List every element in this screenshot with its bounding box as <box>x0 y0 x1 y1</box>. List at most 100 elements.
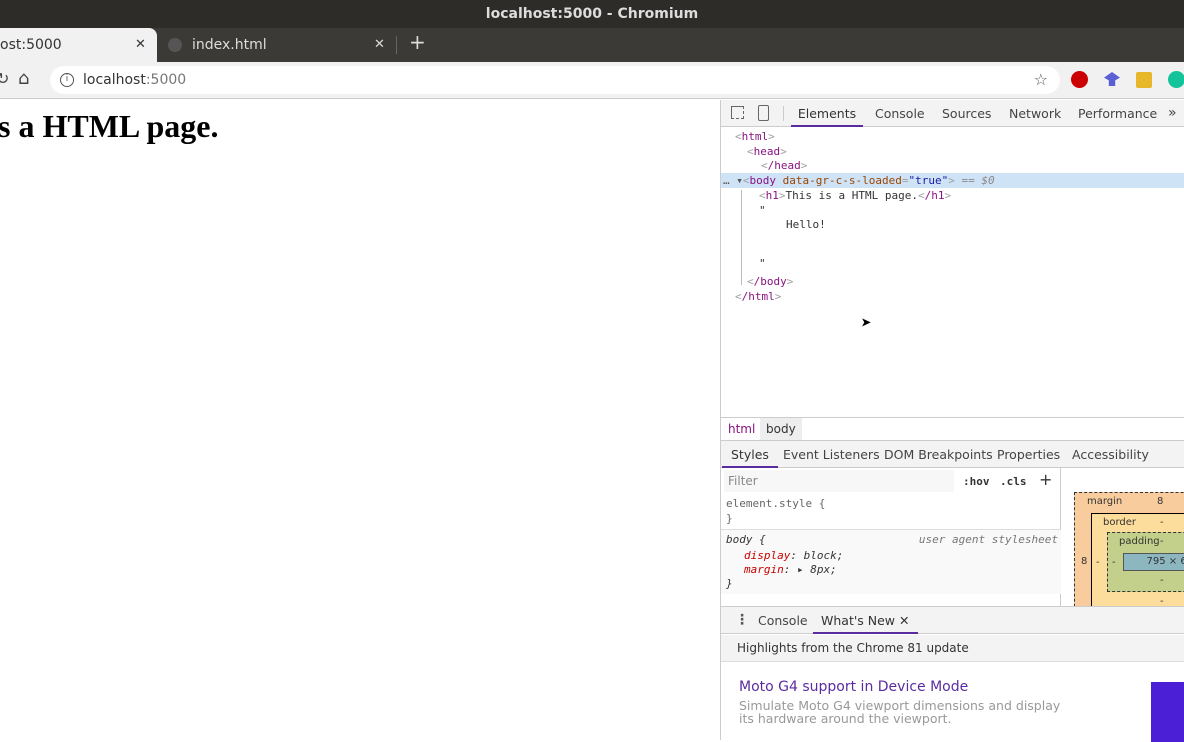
styles-pane: Filter :hov .cls + element.style { } bod… <box>721 468 1061 606</box>
text-quote: " <box>759 204 766 217</box>
subtab-properties[interactable]: Properties <box>997 441 1060 468</box>
address-bar[interactable]: i localhost:5000 ☆ <box>50 66 1060 94</box>
rule-declaration[interactable]: margin: ▸ 8px; <box>744 562 837 577</box>
subtab-accessibility[interactable]: Accessibility <box>1072 441 1149 468</box>
bookmark-star-icon[interactable]: ☆ <box>1034 66 1048 94</box>
padding-left-value: - <box>1112 557 1116 568</box>
reload-icon[interactable]: ↻ <box>0 69 9 88</box>
cls-button[interactable]: .cls <box>1000 475 1027 488</box>
rule-declaration[interactable]: display: block; <box>744 548 843 563</box>
tab-sources[interactable]: Sources <box>942 100 991 127</box>
rule-selector[interactable]: body { <box>726 532 766 547</box>
attr-name: data-gr-c-s-loaded <box>782 174 902 187</box>
rule-origin: user agent stylesheet <box>918 533 1058 546</box>
new-style-rule-icon[interactable]: + <box>1039 470 1052 489</box>
breadcrumb-body[interactable]: body <box>760 418 802 440</box>
grammarly-icon[interactable] <box>1168 71 1184 88</box>
extension-yellow-icon[interactable] <box>1136 72 1152 88</box>
dom-text-node[interactable]: Hello! <box>786 217 826 232</box>
box-content[interactable]: 795 × 625 <box>1123 553 1184 571</box>
adblock-icon[interactable] <box>1071 71 1088 88</box>
tab-label: What's New <box>821 613 896 628</box>
border-value: - <box>1160 517 1164 528</box>
dom-node-html[interactable]: <html> <box>735 129 775 144</box>
drawer-tab-whats-new[interactable]: What's New ✕ <box>813 607 918 634</box>
dom-node-head-close: </head> <box>761 159 808 172</box>
tab-performance[interactable]: Performance <box>1078 100 1157 127</box>
styles-filter-input[interactable]: Filter <box>724 470 954 492</box>
divider <box>783 106 784 121</box>
whats-new-item-desc: Simulate Moto G4 viewport dimensions and… <box>739 698 1061 726</box>
globe-icon <box>168 38 182 52</box>
home-icon[interactable]: ⌂ <box>18 68 29 89</box>
padding-label: padding <box>1119 536 1160 547</box>
tab-localhost[interactable]: ost:5000 ✕ <box>0 28 157 62</box>
body-rule: body { user agent stylesheet display: bl… <box>721 530 1061 594</box>
drawer-tabbar: ⋮ Console What's New ✕ <box>721 607 1184 634</box>
padding-value: - <box>1160 536 1164 547</box>
margin-top-value: 8 <box>1157 496 1164 507</box>
device-toolbar-icon[interactable] <box>758 105 769 121</box>
dom-node-body-close: </body> <box>747 275 794 288</box>
inspect-element-icon[interactable] <box>731 106 744 119</box>
border-bottom-value: - <box>1160 596 1164 606</box>
tab-title: index.html <box>192 37 267 53</box>
dom-tree: <html> <head> </head> … ▾<body data-gr-c… <box>721 128 1184 417</box>
prop-name: margin <box>744 563 784 576</box>
tab-index[interactable]: index.html ✕ <box>160 28 395 62</box>
drawer-menu-icon[interactable]: ⋮ <box>735 612 749 628</box>
tab-elements[interactable]: Elements <box>791 100 863 127</box>
tab-divider <box>396 36 397 54</box>
tab-console[interactable]: Console <box>875 100 925 127</box>
margin-left-value: 8 <box>1081 556 1088 567</box>
page-heading: s a HTML page. <box>0 108 219 144</box>
dom-node-head[interactable]: <head> <box>747 144 787 159</box>
border-label: border <box>1103 517 1137 528</box>
drawer-tab-console[interactable]: Console <box>758 607 808 634</box>
url-host: localhost <box>83 72 146 88</box>
close-icon[interactable]: ✕ <box>899 613 909 628</box>
prop-name: display <box>744 549 791 562</box>
window-title: localhost:5000 - Chromium <box>0 0 1184 28</box>
selected-marker: == $0 <box>961 174 995 187</box>
attr-value: "true" <box>908 174 949 187</box>
tag-name: body <box>749 174 777 187</box>
tag-name: /html <box>741 290 775 303</box>
margin-label: margin <box>1087 496 1123 507</box>
info-icon[interactable]: i <box>60 73 74 87</box>
subtab-event-listeners[interactable]: Event Listeners <box>783 441 880 468</box>
breadcrumb-html[interactable]: html <box>728 422 755 436</box>
filter-placeholder: Filter <box>728 474 758 488</box>
tab-network[interactable]: Network <box>1009 100 1061 127</box>
tag-name: /h1 <box>924 189 945 202</box>
box-margin[interactable]: margin 8 8 border - - padding - - 795 × … <box>1074 492 1184 606</box>
url-text: localhost:5000 <box>83 66 186 94</box>
tab-title: ost:5000 <box>0 37 62 53</box>
dom-node-h1[interactable]: <h1>This is a HTML page.</h1> <box>759 188 951 203</box>
close-tab-icon[interactable]: ✕ <box>135 28 146 62</box>
dom-node-body-selected[interactable]: … ▾<body data-gr-c-s-loaded="true"> == $… <box>721 173 1184 188</box>
tag-name: /body <box>753 275 787 288</box>
box-border[interactable]: border - - padding - - 795 × 625 - - <box>1091 513 1184 606</box>
prop-value: 8px; <box>810 563 837 576</box>
new-tab-button[interactable]: + <box>409 30 426 54</box>
rule-close: } <box>726 512 733 525</box>
close-tab-icon[interactable]: ✕ <box>374 28 385 62</box>
prop-value: block; <box>803 549 844 562</box>
dom-node-html-close: </html> <box>735 290 782 303</box>
box-padding[interactable]: padding - - 795 × 625 - <box>1107 532 1184 592</box>
devtools-tabbar: Elements Console Sources Network Perform… <box>721 100 1184 127</box>
hov-button[interactable]: :hov <box>963 475 990 488</box>
url-port: :5000 <box>145 72 187 88</box>
text-quote: " <box>759 257 766 270</box>
element-style-rule[interactable]: element.style { <box>726 496 825 511</box>
whats-new-item-title[interactable]: Moto G4 support in Device Mode <box>739 679 968 695</box>
page-viewport: s a HTML page. <box>0 100 720 740</box>
browser-toolbar: ↻ ⌂ i localhost:5000 ☆ <box>0 62 1184 99</box>
extension-hat-icon[interactable] <box>1104 72 1120 86</box>
tab-strip: ost:5000 ✕ index.html ✕ + <box>0 28 1184 62</box>
subtab-dom-breakpoints[interactable]: DOM Breakpoints <box>884 441 993 468</box>
more-tabs-icon[interactable]: » <box>1168 100 1177 127</box>
whats-new-thumbnail[interactable] <box>1151 682 1184 742</box>
subtab-styles[interactable]: Styles <box>722 441 778 468</box>
